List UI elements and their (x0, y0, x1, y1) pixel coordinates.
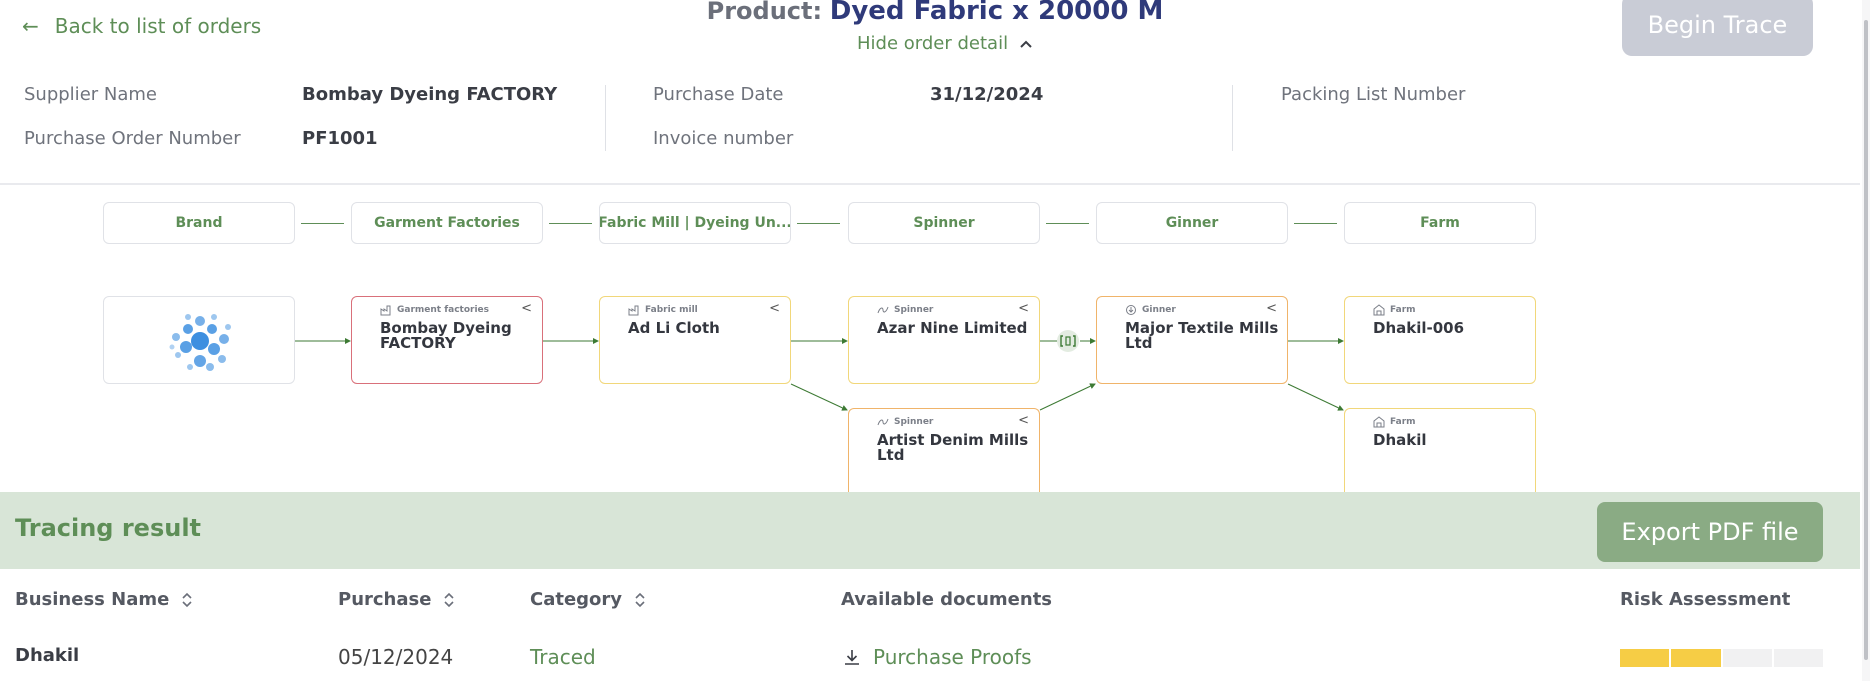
node-fabric-mill[interactable]: Fabric mill Ad Li Cloth < (599, 296, 791, 384)
node-garment-factory[interactable]: Garment factories Bombay Dyeing FACTORY … (351, 296, 543, 384)
node-name: Major Textile Mills Ltd (1125, 319, 1279, 352)
merge-icon[interactable] (1057, 330, 1079, 352)
risk-segment (1620, 649, 1670, 667)
node-name: Artist Denim Mills Ltd (877, 431, 1029, 464)
column-risk-assessment: Risk Assessment (1620, 589, 1791, 610)
risk-segment (1722, 649, 1772, 667)
tracing-result-header: Tracing result Export PDF file (0, 492, 1860, 569)
node-name: Bombay Dyeing FACTORY (380, 319, 512, 352)
scrollbar-thumb[interactable] (1864, 20, 1868, 660)
node-tag: Spinner (877, 304, 933, 316)
brand-logo-icon (169, 314, 231, 371)
node-tag: Ginner (1125, 304, 1176, 316)
spinner-icon (877, 418, 889, 426)
chevron-left-icon[interactable]: < (769, 301, 780, 316)
sort-icon (635, 592, 645, 607)
node-farm-1[interactable]: Farm Dhakil-006 (1344, 296, 1536, 384)
row-purchase-date: 05/12/2024 (338, 645, 454, 669)
column-purchase[interactable]: Purchase (338, 589, 455, 610)
tracing-result-title: Tracing result (15, 514, 202, 542)
risk-segment (1773, 649, 1823, 667)
sort-icon (182, 592, 192, 607)
node-tag: Garment factories (380, 304, 489, 316)
sort-icon (444, 592, 455, 607)
node-tag: Spinner (877, 416, 933, 428)
column-available-documents: Available documents (841, 589, 1053, 610)
download-icon (845, 650, 859, 665)
chevron-left-icon[interactable]: < (521, 301, 532, 316)
export-pdf-button[interactable]: Export PDF file (1597, 502, 1823, 562)
risk-segment (1671, 649, 1721, 667)
node-ginner[interactable]: Ginner Major Textile Mills Ltd < (1096, 296, 1288, 384)
risk-assessment-bar (1620, 649, 1823, 667)
spinner-icon (877, 306, 889, 314)
chevron-left-icon[interactable]: < (1266, 301, 1277, 316)
column-category[interactable]: Category (530, 589, 646, 610)
row-business-name: Dhakil (15, 645, 80, 666)
node-tag: Farm (1373, 416, 1416, 428)
chevron-left-icon[interactable]: < (1018, 301, 1029, 316)
ginner-icon (1126, 305, 1136, 315)
node-name: Dhakil (1373, 431, 1427, 449)
order-trace-page: ← Back to list of orders Product: Dyed F… (0, 0, 1870, 681)
row-category: Traced (530, 645, 596, 669)
node-brand[interactable] (103, 296, 295, 384)
node-spinner-2[interactable]: Spinner Artist Denim Mills Ltd < (848, 408, 1040, 492)
node-farm-2[interactable]: Farm Dhakil (1344, 408, 1536, 492)
purchase-proofs-link[interactable]: Purchase Proofs (843, 645, 1032, 669)
farm-icon (1373, 416, 1385, 428)
node-tag: Farm (1373, 304, 1416, 316)
chevron-left-icon[interactable]: < (1018, 413, 1029, 428)
factory-icon (380, 305, 391, 316)
node-name: Dhakil-006 (1373, 319, 1465, 337)
node-spinner-1[interactable]: Spinner Azar Nine Limited < (848, 296, 1040, 384)
node-name: Ad Li Cloth (628, 319, 720, 337)
node-name: Azar Nine Limited (877, 319, 1028, 337)
farm-icon (1373, 304, 1385, 316)
column-business-name[interactable]: Business Name (15, 589, 193, 610)
node-tag: Fabric mill (628, 304, 698, 316)
factory-icon (628, 305, 639, 316)
